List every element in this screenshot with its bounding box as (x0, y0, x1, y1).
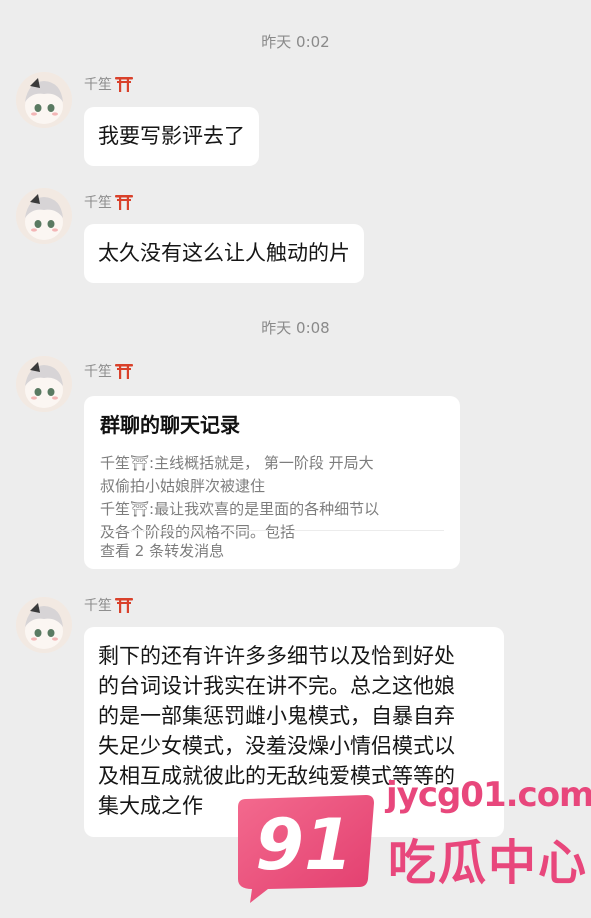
avatar[interactable] (16, 72, 72, 128)
sender-name-text: 千笙 (84, 598, 112, 614)
message-bubble[interactable]: 太久没有这么让人触动的片 (84, 224, 364, 283)
anime-girl-avatar-icon (16, 188, 72, 244)
card-preview-line: 千笙⛩:主线概括就是， 第一阶段 开局大 (100, 454, 374, 472)
anime-girl-avatar-icon (16, 597, 72, 653)
avatar[interactable] (16, 356, 72, 412)
message-line: 剩下的还有许许多多细节以及恰到好处 (98, 644, 455, 668)
anime-girl-avatar-icon (16, 72, 72, 128)
forwarded-chat-card[interactable]: 群聊的聊天记录 千笙⛩:主线概括就是， 第一阶段 开局大 叔偷拍小姑娘胖次被逮住… (84, 396, 460, 569)
watermark-name: 吃瓜中心 (388, 835, 589, 891)
sender-name: 千笙 (84, 361, 134, 381)
sender-name-text: 千笙 (84, 77, 112, 93)
torii-icon (115, 364, 133, 379)
card-preview-line: 千笙⛩:最让我欢喜的是里面的各种细节以 (100, 500, 380, 518)
avatar[interactable] (16, 597, 72, 653)
sender-name: 千笙 (84, 192, 134, 212)
torii-icon (115, 195, 133, 210)
anime-girl-avatar-icon (16, 356, 72, 412)
message-line: 失足少女模式，没羞没燥小情侣模式以 (98, 734, 455, 758)
watermark-badge: 91 (238, 795, 374, 903)
sender-name: 千笙 (84, 595, 134, 615)
avatar[interactable] (16, 188, 72, 244)
timestamp: 昨天 0:02 (261, 33, 330, 51)
timestamp: 昨天 0:08 (261, 319, 330, 337)
view-forwarded-link[interactable]: 查看 2 条转发消息 (100, 530, 444, 561)
sender-name: 千笙 (84, 74, 134, 94)
torii-icon (115, 77, 133, 92)
watermark-url: jycg01.com (386, 775, 591, 815)
watermark-badge-text: 91 (255, 804, 352, 886)
message-line: 的台词设计我实在讲不完。总之这他娘 (98, 674, 455, 698)
torii-icon (115, 598, 133, 613)
card-title: 群聊的聊天记录 (100, 413, 240, 437)
card-preview-line: 叔偷拍小姑娘胖次被逮住 (100, 477, 266, 495)
sender-name-text: 千笙 (84, 195, 112, 211)
sender-name-text: 千笙 (84, 364, 112, 380)
message-line: 的是一部集惩罚雌小鬼模式，自暴自弃 (98, 704, 455, 728)
message-bubble[interactable]: 我要写影评去了 (84, 107, 259, 166)
